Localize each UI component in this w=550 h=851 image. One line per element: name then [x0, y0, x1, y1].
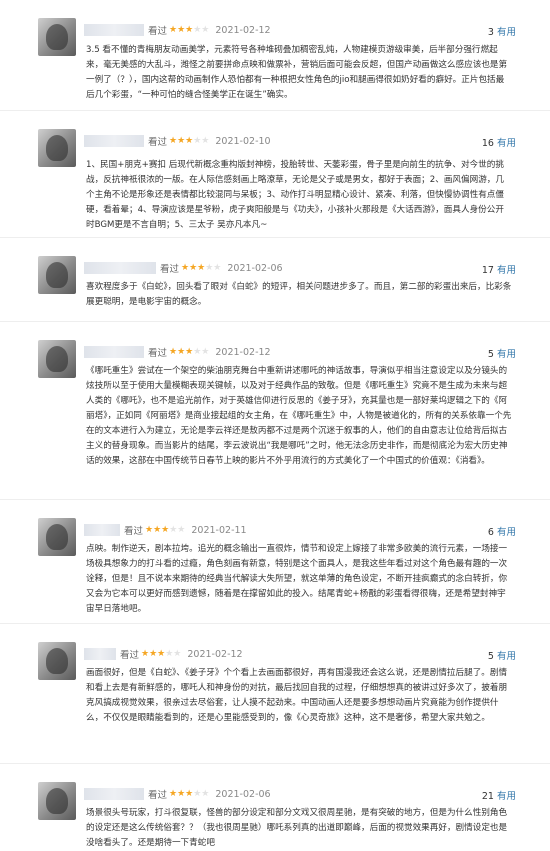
- rating-stars: ★★★★★: [169, 136, 210, 146]
- useful-count: 5: [487, 651, 494, 662]
- review-date: 2021-02-12: [187, 648, 243, 660]
- review-text: 《哪吒重生》尝试在一个架空的柴油朋克舞台中重新讲述哪吒的神话故事，导演似乎相当注…: [86, 366, 512, 466]
- review-text: 场景很头号玩家，打斗很复联，怪兽的部分设定和部分文戏又很周星驰，是有突破的地方，…: [86, 808, 508, 848]
- useful-label: 有用: [496, 138, 516, 149]
- rating-stars: ★★★★★: [169, 25, 210, 35]
- useful-button[interactable]: 5 有用: [488, 346, 516, 360]
- avatar-image: [46, 524, 68, 550]
- review-date: 2021-02-10: [215, 135, 271, 147]
- review-item: 看过 ★★★★★ 2021-02-12 3 有用 3.5 看不懂的青梅朋友动画美…: [0, 0, 550, 111]
- rating-stars: ★★★★★: [141, 649, 182, 659]
- useful-label: 有用: [496, 27, 516, 38]
- review-date: 2021-02-12: [215, 24, 271, 36]
- watch-status: 看过: [120, 650, 140, 661]
- review-date: 2021-02-11: [191, 524, 247, 536]
- review-meta: 看过 ★★★★★ 2021-02-12: [84, 344, 271, 360]
- user-avatar[interactable]: [38, 256, 76, 294]
- review-meta: 看过 ★★★★★ 2021-02-11: [84, 522, 247, 538]
- useful-count: 5: [487, 349, 494, 360]
- useful-label: 有用: [496, 791, 516, 802]
- avatar-image: [46, 24, 68, 50]
- watch-status: 看过: [148, 137, 168, 148]
- useful-label: 有用: [496, 265, 516, 276]
- useful-button[interactable]: 16 有用: [482, 135, 516, 149]
- watch-status: 看过: [148, 26, 168, 37]
- review-meta: 看过 ★★★★★ 2021-02-12: [84, 22, 271, 38]
- review-text: 1、民国+朋克+赛扣 后现代新概念重构版封神榜，投胎转世、天萎彩蛋，骨子里是向前…: [86, 160, 504, 230]
- review-text: 3.5 看不懂的青梅朋友动画美学，元素符号各种堆砌叠加稠密乱炖，人物建模页游级审…: [86, 45, 508, 100]
- useful-button[interactable]: 5 有用: [488, 648, 516, 662]
- watch-status: 看过: [124, 526, 144, 537]
- avatar-image: [46, 788, 68, 814]
- username[interactable]: [84, 135, 144, 147]
- useful-count: 17: [481, 265, 494, 276]
- review-item: 看过 ★★★★★ 2021-02-11 6 有用 点映。制作逆天，剧本拉垮。追光…: [0, 500, 550, 624]
- useful-count: 3: [487, 27, 494, 38]
- review-item: 看过 ★★★★★ 2021-02-06 21 有用 场景很头号玩家，打斗很复联，…: [0, 764, 550, 850]
- useful-count: 6: [487, 527, 494, 538]
- avatar-image: [46, 346, 68, 372]
- review-text: 画面很好，但是《白蛇》、《姜子牙》个个看上去画面都很好，再有国漫我还会这么说，还…: [86, 668, 508, 723]
- useful-label: 有用: [496, 651, 516, 662]
- username[interactable]: [84, 648, 116, 660]
- review-date: 2021-02-06: [227, 262, 283, 274]
- user-avatar[interactable]: [38, 129, 76, 167]
- user-avatar[interactable]: [38, 18, 76, 56]
- rating-stars: ★★★★★: [169, 789, 210, 799]
- review-item: 看过 ★★★★★ 2021-02-12 5 有用 画面很好，但是《白蛇》、《姜子…: [0, 624, 550, 764]
- useful-button[interactable]: 6 有用: [488, 524, 516, 538]
- avatar-image: [46, 648, 68, 674]
- review-date: 2021-02-12: [215, 346, 271, 358]
- review-date: 2021-02-06: [215, 788, 271, 800]
- review-item: 看过 ★★★★★ 2021-02-06 17 有用 喜欢程度多于《白蛇》，回头看…: [0, 238, 550, 322]
- useful-button[interactable]: 17 有用: [482, 262, 516, 276]
- user-avatar[interactable]: [38, 642, 76, 680]
- username[interactable]: [84, 262, 156, 274]
- review-meta: 看过 ★★★★★ 2021-02-06: [84, 786, 271, 802]
- review-text: 点映。制作逆天，剧本拉垮。追光的概念输出一直很炸，情节和设定上嫁接了非常多欧美的…: [86, 544, 508, 614]
- watch-status: 看过: [148, 348, 168, 359]
- rating-stars: ★★★★★: [181, 263, 222, 273]
- user-avatar[interactable]: [38, 340, 76, 378]
- review-list: 看过 ★★★★★ 2021-02-12 3 有用 3.5 看不懂的青梅朋友动画美…: [0, 0, 550, 850]
- useful-button[interactable]: 21 有用: [482, 788, 516, 802]
- review-meta: 看过 ★★★★★ 2021-02-06: [84, 260, 283, 276]
- username[interactable]: [84, 524, 120, 536]
- useful-count: 16: [481, 138, 494, 149]
- username[interactable]: [84, 788, 144, 800]
- useful-count: 21: [481, 791, 494, 802]
- useful-label: 有用: [496, 527, 516, 538]
- username[interactable]: [84, 346, 144, 358]
- review-item: 看过 ★★★★★ 2021-02-12 5 有用 《哪吒重生》尝试在一个架空的柴…: [0, 322, 550, 500]
- username[interactable]: [84, 24, 144, 36]
- watch-status: 看过: [148, 790, 168, 801]
- user-avatar[interactable]: [38, 782, 76, 820]
- useful-label: 有用: [496, 349, 516, 360]
- rating-stars: ★★★★★: [145, 525, 186, 535]
- review-text: 喜欢程度多于《白蛇》，回头看了眼对《白蛇》的短评，相关问题进步多了。而且，第二部…: [86, 282, 512, 307]
- review-meta: 看过 ★★★★★ 2021-02-10: [84, 133, 271, 149]
- watch-status: 看过: [160, 264, 180, 275]
- avatar-image: [46, 262, 68, 288]
- rating-stars: ★★★★★: [169, 347, 210, 357]
- review-item: 看过 ★★★★★ 2021-02-10 16 有用 1、民国+朋克+赛扣 后现代…: [0, 111, 550, 238]
- review-meta: 看过 ★★★★★ 2021-02-12: [84, 646, 243, 662]
- avatar-image: [46, 135, 68, 161]
- user-avatar[interactable]: [38, 518, 76, 556]
- useful-button[interactable]: 3 有用: [488, 24, 516, 38]
